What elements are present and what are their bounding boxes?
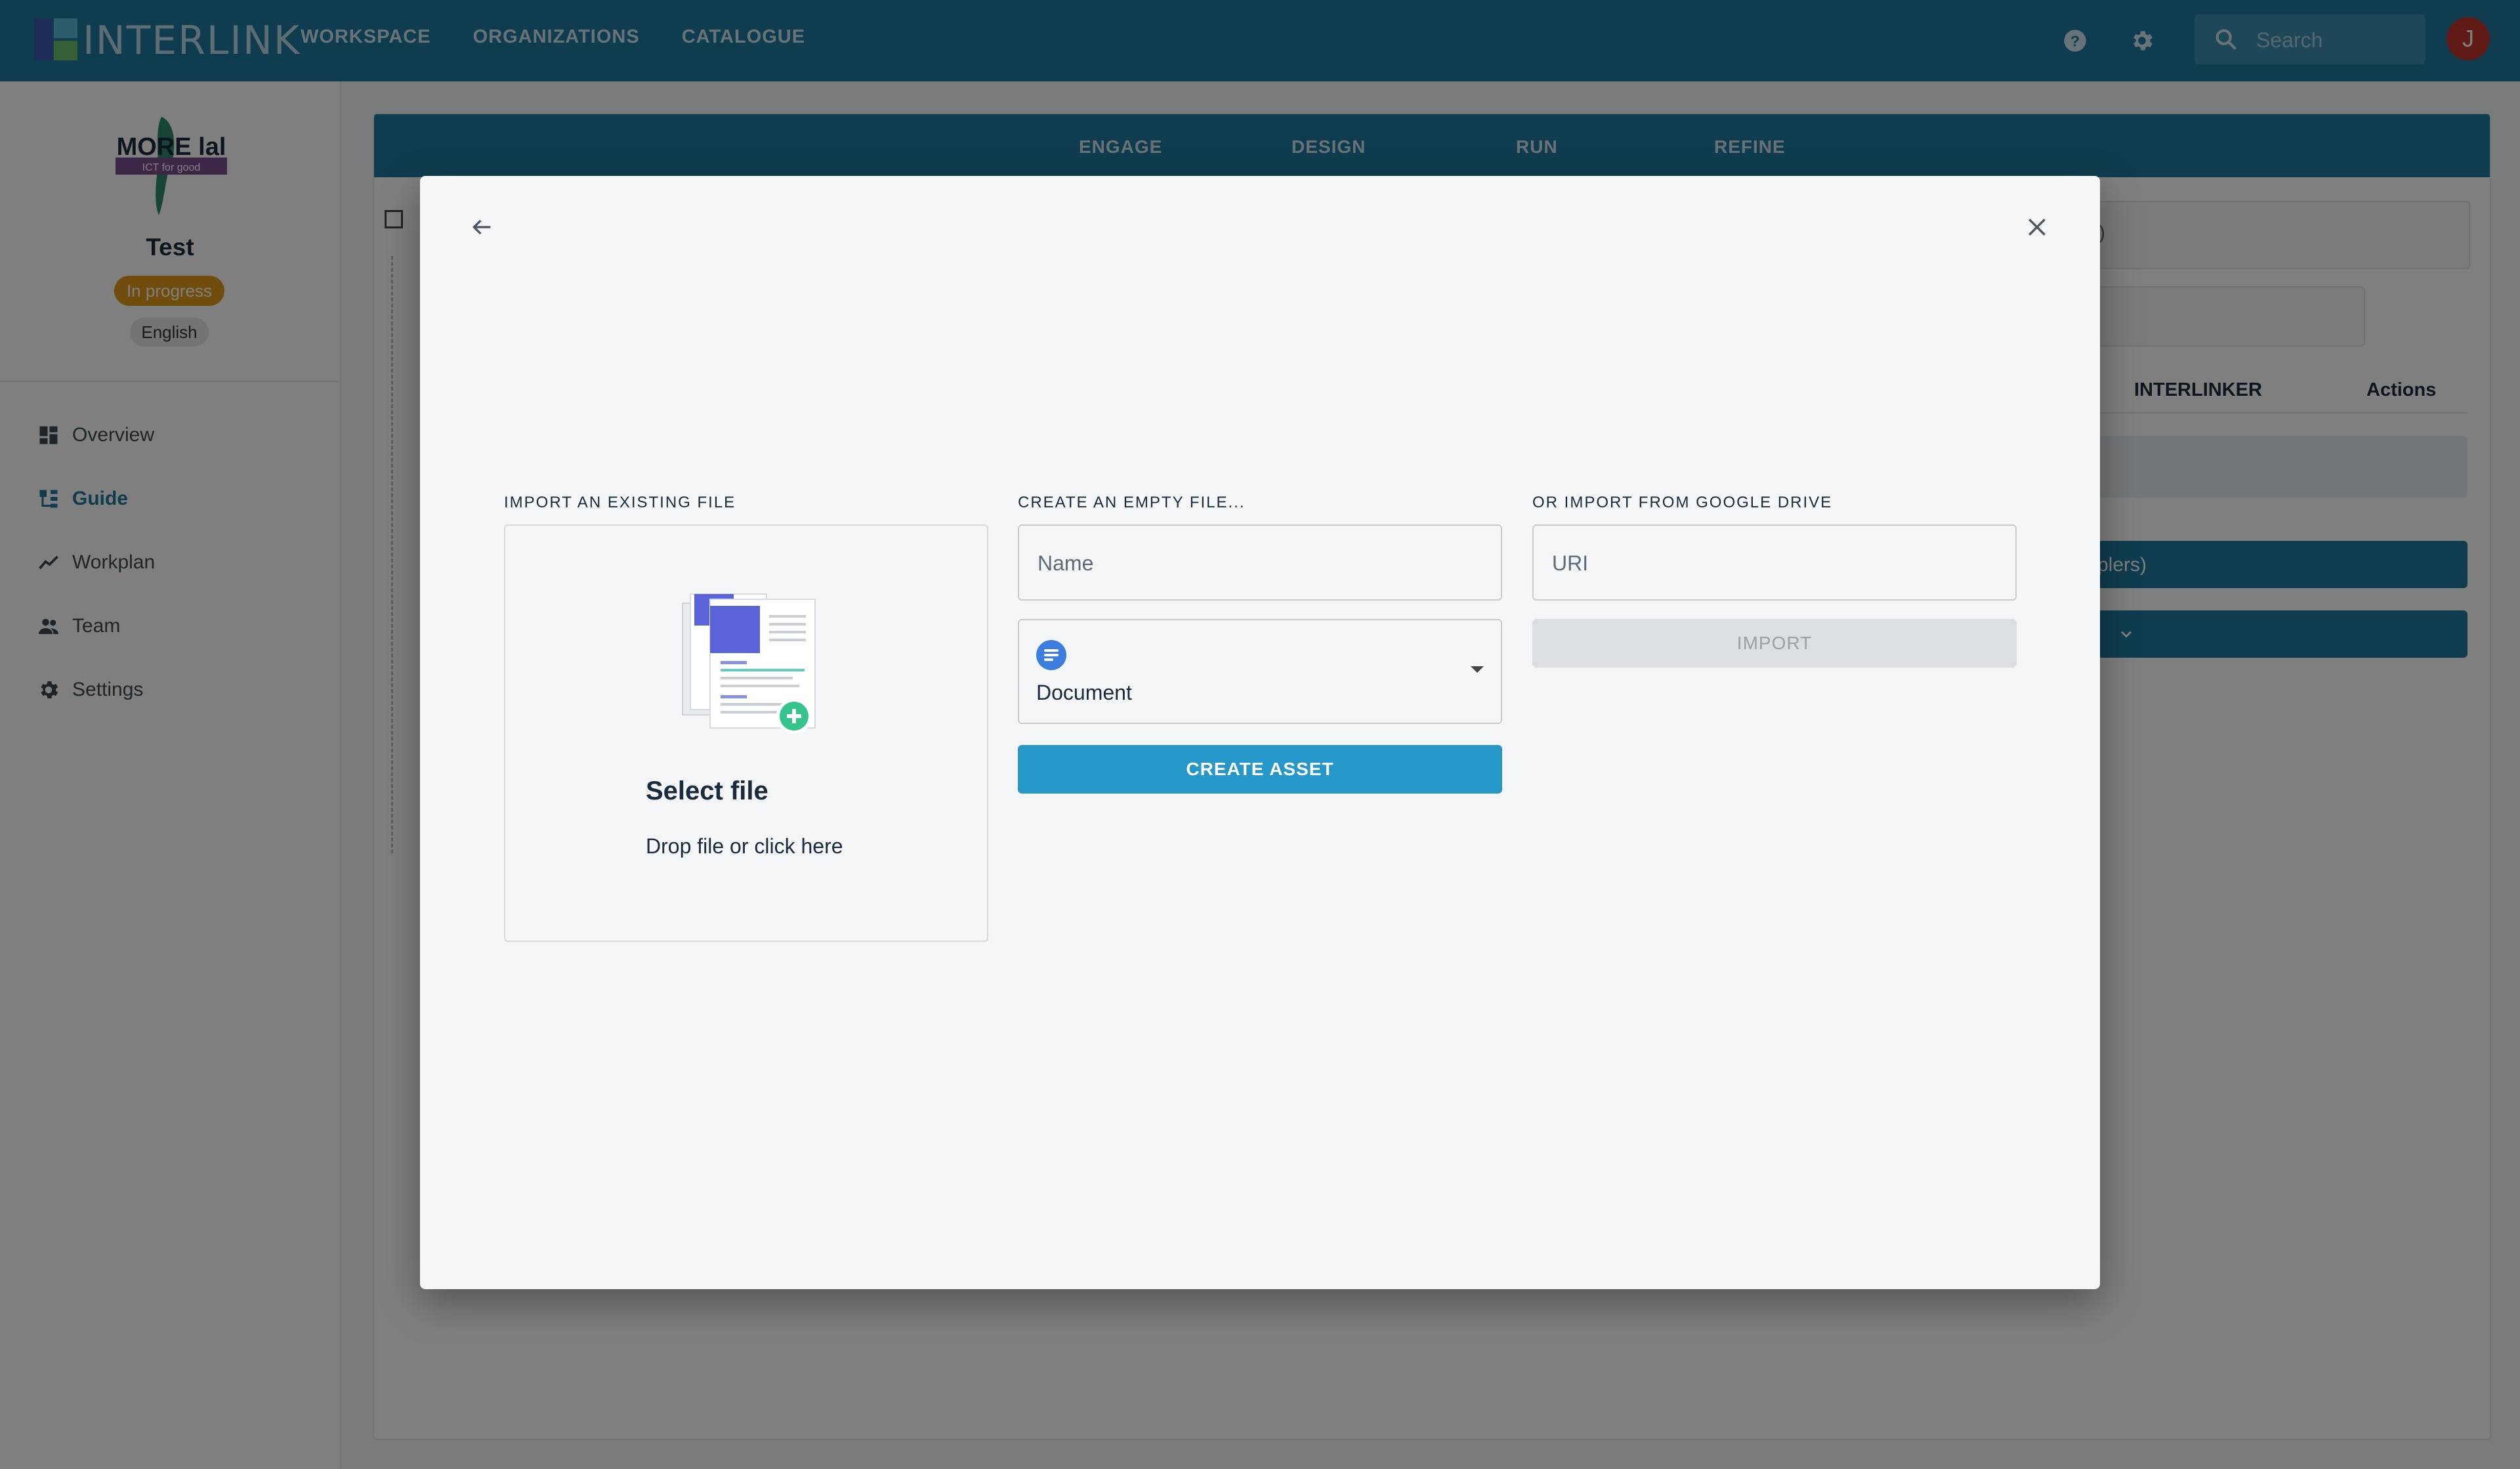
dropzone-title: Select file xyxy=(646,777,768,805)
google-drive-label: OR IMPORT FROM GOOGLE DRIVE xyxy=(1532,494,1833,511)
name-input[interactable] xyxy=(1036,544,1472,582)
back-button[interactable] xyxy=(461,206,503,248)
dropzone-subtitle: Drop file or click here xyxy=(646,834,843,858)
close-icon xyxy=(2028,219,2046,236)
file-type-select[interactable]: Document xyxy=(1018,619,1502,724)
import-button[interactable]: IMPORT xyxy=(1532,619,2017,668)
file-upload-illustration-icon xyxy=(682,593,816,734)
uri-input[interactable] xyxy=(1551,544,1986,582)
file-dropzone[interactable]: Select file Drop file or click here xyxy=(504,524,988,942)
create-empty-label: CREATE AN EMPTY FILE... xyxy=(1018,494,1246,511)
uri-field[interactable] xyxy=(1532,524,2017,601)
name-field[interactable] xyxy=(1018,524,1502,601)
import-existing-label: IMPORT AN EXISTING FILE xyxy=(504,494,736,511)
file-type-value: Document xyxy=(1036,681,1132,704)
arrow-left-icon xyxy=(472,219,491,235)
document-icon xyxy=(1036,640,1066,670)
dropdown-arrow-icon xyxy=(1471,666,1484,673)
new-asset-dialog: IMPORT AN EXISTING FILE Select file Drop… xyxy=(420,176,2100,1289)
close-button[interactable] xyxy=(2016,206,2058,248)
create-asset-button[interactable]: CREATE ASSET xyxy=(1018,745,1502,794)
